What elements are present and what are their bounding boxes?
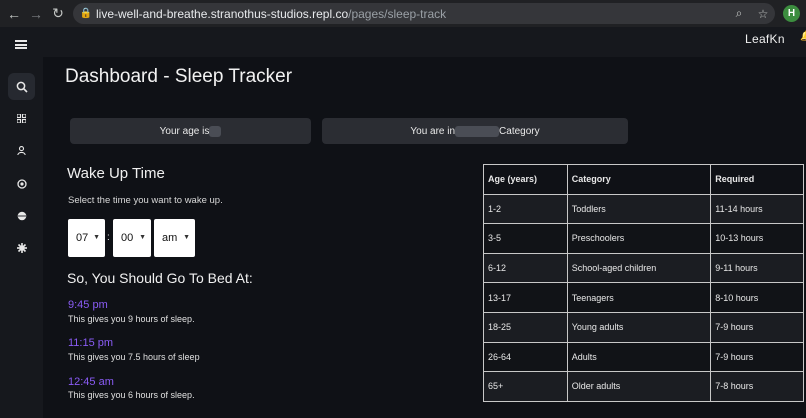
required-cell: 9-11 hours bbox=[710, 252, 804, 284]
required-cell: 7-9 hours bbox=[710, 341, 804, 373]
period-select[interactable]: am ▼ bbox=[154, 219, 195, 257]
table-row: 3-5 Preschoolers 10-13 hours bbox=[483, 223, 804, 254]
age-cell: 65+ bbox=[483, 371, 568, 402]
category-cell: Adults bbox=[566, 341, 712, 373]
sidebar-grid-icon[interactable] bbox=[8, 105, 35, 132]
bookmark-star-icon[interactable]: ☆ bbox=[751, 7, 775, 21]
category-suffix: Category bbox=[499, 125, 540, 137]
bedtime-option-desc: This gives you 9 hours of sleep. bbox=[68, 314, 195, 324]
chevron-down-icon: ▼ bbox=[139, 234, 146, 241]
category-cell: Teenagers bbox=[566, 282, 712, 313]
age-cell: 3-5 bbox=[483, 223, 568, 254]
address-bar[interactable]: 🔒 live-well-and-breathe.stranothus-studi… bbox=[73, 3, 775, 24]
bedtime-option-desc: This gives you 6 hours of sleep. bbox=[68, 390, 195, 400]
reload-icon[interactable]: ↻ bbox=[47, 0, 69, 27]
column-header: Category bbox=[566, 164, 712, 195]
time-separator: : bbox=[107, 232, 110, 243]
table-header-row: Age (years) Category Required bbox=[483, 164, 804, 195]
sidebar-settings-icon[interactable] bbox=[8, 234, 35, 261]
zoom-icon[interactable]: ⌕ bbox=[727, 6, 751, 21]
sidebar-target-icon[interactable] bbox=[8, 170, 35, 197]
chevron-down-icon: ▼ bbox=[183, 234, 190, 241]
hour-select[interactable]: 07 ▼ bbox=[68, 219, 105, 257]
minute-value: 00 bbox=[121, 232, 134, 244]
age-cell: 26-64 bbox=[483, 341, 568, 373]
category-cell: School-aged children bbox=[566, 252, 712, 284]
age-cell: 1-2 bbox=[483, 193, 568, 225]
category-cell: Young adults bbox=[566, 311, 712, 343]
menu-icon[interactable] bbox=[15, 40, 27, 49]
age-card: Your age is bbox=[70, 118, 311, 144]
age-label: Your age is bbox=[159, 125, 210, 137]
bedtime-title: So, You Should Go To Bed At: bbox=[67, 270, 253, 286]
age-cell: 13-17 bbox=[483, 282, 568, 313]
sidebar-user-icon[interactable] bbox=[8, 137, 35, 164]
required-cell: 7-8 hours bbox=[710, 371, 804, 402]
bedtime-option-time[interactable]: 11:15 pm bbox=[68, 337, 113, 349]
browser-toolbar: ← → ↻ 🔒 live-well-and-breathe.stranothus… bbox=[0, 0, 806, 27]
table-row: 18-25 Young adults 7-9 hours bbox=[483, 311, 804, 343]
chevron-down-icon: ▼ bbox=[93, 234, 100, 241]
hour-value: 07 bbox=[76, 232, 89, 244]
category-label: You are in bbox=[410, 125, 456, 137]
column-header: Required bbox=[710, 164, 804, 195]
app-header bbox=[0, 27, 806, 57]
required-cell: 10-13 hours bbox=[710, 223, 804, 254]
wake-up-title: Wake Up Time bbox=[67, 165, 165, 182]
brand-name[interactable]: LeafKn bbox=[745, 32, 785, 46]
table-row: 1-2 Toddlers 11-14 hours bbox=[483, 193, 804, 225]
table-row: 6-12 School-aged children 9-11 hours bbox=[483, 252, 804, 284]
sleep-requirements-table: Age (years) Category Required 1-2 Toddle… bbox=[483, 164, 804, 402]
period-value: am bbox=[162, 232, 178, 244]
table-row: 65+ Older adults 7-8 hours bbox=[483, 371, 804, 402]
bedtime-option-desc: This gives you 7.5 hours of sleep bbox=[68, 352, 200, 362]
category-cell: Older adults bbox=[566, 371, 712, 402]
url-path: /pages/sleep-track bbox=[348, 6, 447, 21]
table-row: 26-64 Adults 7-9 hours bbox=[483, 341, 804, 373]
category-cell: Toddlers bbox=[566, 193, 712, 225]
age-cell: 6-12 bbox=[483, 252, 568, 284]
url-text[interactable]: live-well-and-breathe.stranothus-studios… bbox=[96, 7, 446, 21]
sidebar-search-icon[interactable] bbox=[8, 73, 35, 100]
lock-icon[interactable]: 🔒 bbox=[76, 8, 96, 19]
minute-select[interactable]: 00 ▼ bbox=[113, 219, 151, 257]
category-cell: Preschoolers bbox=[566, 223, 712, 254]
back-arrow-icon[interactable]: ← bbox=[3, 0, 25, 27]
url-host: live-well-and-breathe.stranothus-studios… bbox=[96, 6, 349, 21]
column-header: Age (years) bbox=[483, 164, 568, 195]
age-value-redacted bbox=[209, 125, 222, 137]
required-cell: 8-10 hours bbox=[710, 282, 804, 313]
age-cell: 18-25 bbox=[483, 311, 568, 343]
category-card: You are in Category bbox=[322, 118, 628, 144]
bedtime-option-time[interactable]: 12:45 am bbox=[68, 376, 114, 388]
sidebar-globe-icon[interactable] bbox=[8, 202, 35, 229]
category-value-redacted bbox=[455, 125, 500, 137]
wake-up-subtitle: Select the time you want to wake up. bbox=[68, 195, 223, 206]
notification-icon[interactable]: 🔔 bbox=[800, 31, 806, 42]
bedtime-option-time[interactable]: 9:45 pm bbox=[68, 299, 108, 311]
profile-avatar[interactable]: H bbox=[783, 5, 800, 22]
required-cell: 11-14 hours bbox=[710, 193, 804, 225]
table-row: 13-17 Teenagers 8-10 hours bbox=[483, 282, 804, 313]
forward-arrow-icon[interactable]: → bbox=[25, 0, 47, 27]
page-title: Dashboard - Sleep Tracker bbox=[65, 66, 293, 87]
required-cell: 7-9 hours bbox=[710, 311, 804, 343]
